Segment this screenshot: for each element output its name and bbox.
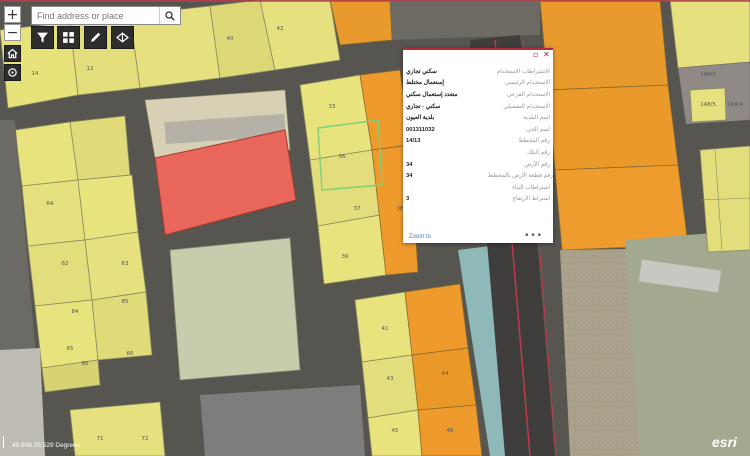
parcel-label: 148/3 bbox=[700, 72, 716, 78]
popup-row-label: الاستخدام الفرعي bbox=[507, 91, 550, 98]
parcel-label: 66 bbox=[127, 351, 134, 357]
parcel-label: 71 bbox=[97, 436, 104, 442]
popup-row: رقم الأرض 34 bbox=[406, 159, 550, 171]
locate-icon bbox=[8, 68, 17, 77]
popup-row: الاشتراطات الاستخدام سكني تجاري bbox=[406, 66, 550, 78]
parcel-label: 36 bbox=[339, 154, 346, 160]
popup-row: اشتراط الارتفاع 3 bbox=[406, 194, 550, 206]
ruler-icon bbox=[116, 32, 129, 43]
zoom-to-link[interactable]: Zoom to bbox=[409, 234, 431, 240]
popup-attribute-table: الاشتراطات الاستخدام سكني تجاري الاستخدام… bbox=[406, 66, 553, 206]
measure-button[interactable] bbox=[111, 26, 134, 49]
parcel-label: 37 bbox=[354, 206, 361, 212]
popup-row: الاستخدام التفصيلي سكني - تجاري bbox=[406, 101, 550, 113]
zoom-out-button[interactable]: − bbox=[4, 24, 21, 41]
parcel-label: 65 bbox=[67, 346, 74, 352]
parcel-label: 85 bbox=[122, 299, 129, 305]
map-canvas[interactable]: 14 12 40 42 64 62 63 84 85 86 66 65 33 3… bbox=[0, 0, 750, 456]
parcel-label: 39 bbox=[342, 254, 349, 260]
popup-row-value: 14/13 bbox=[406, 138, 421, 145]
basemap-gallery-button[interactable] bbox=[57, 26, 80, 49]
coordinates-readout: 49.608 25.529 Degrees bbox=[12, 442, 80, 449]
esri-logo: esri bbox=[712, 434, 737, 450]
popup-row-value: إستعمال مختلط bbox=[406, 80, 444, 87]
popup-row-value: سكني - تجاري bbox=[406, 103, 441, 110]
parcel-label: 42 bbox=[277, 26, 284, 32]
parcel-label: 43 bbox=[387, 376, 394, 382]
popup-row: رقم قطعة الأرض بالمخطط 34 bbox=[406, 170, 553, 182]
parcel-label: 63 bbox=[122, 261, 129, 267]
maximize-icon[interactable]: ▫ bbox=[533, 51, 538, 59]
home-button[interactable] bbox=[4, 45, 21, 62]
popup-row-label: رقم قطعة الأرض بالمخطط bbox=[488, 173, 553, 180]
parcel-label: 12 bbox=[87, 66, 94, 72]
search-input[interactable] bbox=[32, 7, 160, 24]
more-options-icon[interactable]: ••• bbox=[524, 231, 543, 241]
parcel-label: 84 bbox=[72, 309, 79, 315]
popup-header: ▫ ✕ bbox=[403, 48, 553, 60]
parcel-label: 40 bbox=[227, 36, 234, 42]
popup-row-label: رقم الأرض bbox=[524, 161, 550, 168]
close-icon[interactable]: ✕ bbox=[543, 51, 550, 59]
search-button[interactable] bbox=[159, 7, 180, 24]
popup-row-value: سكني تجاري bbox=[406, 68, 437, 75]
zoom-in-button[interactable]: + bbox=[4, 6, 21, 23]
zoom-out-label: − bbox=[6, 24, 19, 41]
popup-row-label: الاشتراطات الاستخدام bbox=[496, 68, 550, 75]
parcel-label: 148/5 bbox=[700, 102, 716, 108]
parcel-label: 44 bbox=[442, 371, 449, 377]
popup-row-label: اسم الحي bbox=[526, 126, 550, 133]
popup-row-label: الاستخدام التفصيلي bbox=[503, 103, 550, 110]
popup-row: رقم المخطط 14/13 bbox=[406, 136, 550, 148]
popup-row-label: رقم البلك bbox=[527, 149, 550, 156]
parcel-label: 45 bbox=[392, 428, 399, 434]
feature-popup[interactable]: ▫ ✕ الاشتراطات الاستخدام سكني تجاري الاست… bbox=[403, 48, 553, 243]
parcel-label: 72 bbox=[142, 436, 149, 442]
grid-icon bbox=[63, 32, 74, 43]
popup-row-label: اشتراط الارتفاع bbox=[512, 196, 551, 203]
parcel-label: 46 bbox=[447, 428, 454, 434]
locate-button[interactable] bbox=[4, 64, 21, 81]
popup-row: الاستخدام الفرعي متعدد إستعمال سكني bbox=[406, 89, 550, 101]
parcel-label: 41 bbox=[382, 326, 389, 332]
popup-row: اسم البلدية بلدية العيون bbox=[406, 112, 550, 124]
parcel-label: 64 bbox=[47, 201, 54, 207]
popup-row-value: 34 bbox=[406, 161, 413, 168]
search-icon bbox=[165, 10, 175, 21]
popup-row-label: الاستخدام الرئيسي bbox=[504, 80, 550, 87]
popup-row-value: بلدية العيون bbox=[406, 115, 435, 122]
parcel-label: 33 bbox=[329, 104, 336, 110]
draw-button[interactable] bbox=[84, 26, 107, 49]
popup-row: اسم الحي 001311032 bbox=[406, 124, 550, 136]
parcel-label: 148/4 bbox=[727, 102, 743, 108]
parcel-label: 14 bbox=[32, 71, 39, 77]
popup-row-value: 34 bbox=[406, 173, 413, 180]
parcel-label: 62 bbox=[62, 261, 69, 267]
popup-row-label: اسم البلدية bbox=[523, 115, 550, 122]
filter-icon bbox=[37, 32, 48, 43]
popup-row: الاستخدام الرئيسي إستعمال مختلط bbox=[406, 78, 550, 90]
pencil-icon bbox=[91, 32, 101, 42]
home-icon bbox=[7, 48, 18, 59]
popup-row: اشتراطات البناء bbox=[406, 182, 550, 194]
popup-row-value: 001311032 bbox=[406, 126, 435, 133]
scale-bar bbox=[3, 436, 5, 448]
popup-row-value: 3 bbox=[406, 196, 410, 203]
popup-row-label: رقم المخطط bbox=[518, 138, 550, 145]
zoom-in-label: + bbox=[6, 6, 19, 23]
popup-row-label: اشتراطات البناء bbox=[512, 184, 550, 191]
popup-row: رقم البلك bbox=[406, 147, 550, 159]
popup-row-value: متعدد إستعمال سكني bbox=[406, 91, 458, 98]
filter-button[interactable] bbox=[31, 26, 54, 49]
parcel-label: 86 bbox=[82, 361, 89, 367]
search-box[interactable] bbox=[31, 6, 181, 25]
